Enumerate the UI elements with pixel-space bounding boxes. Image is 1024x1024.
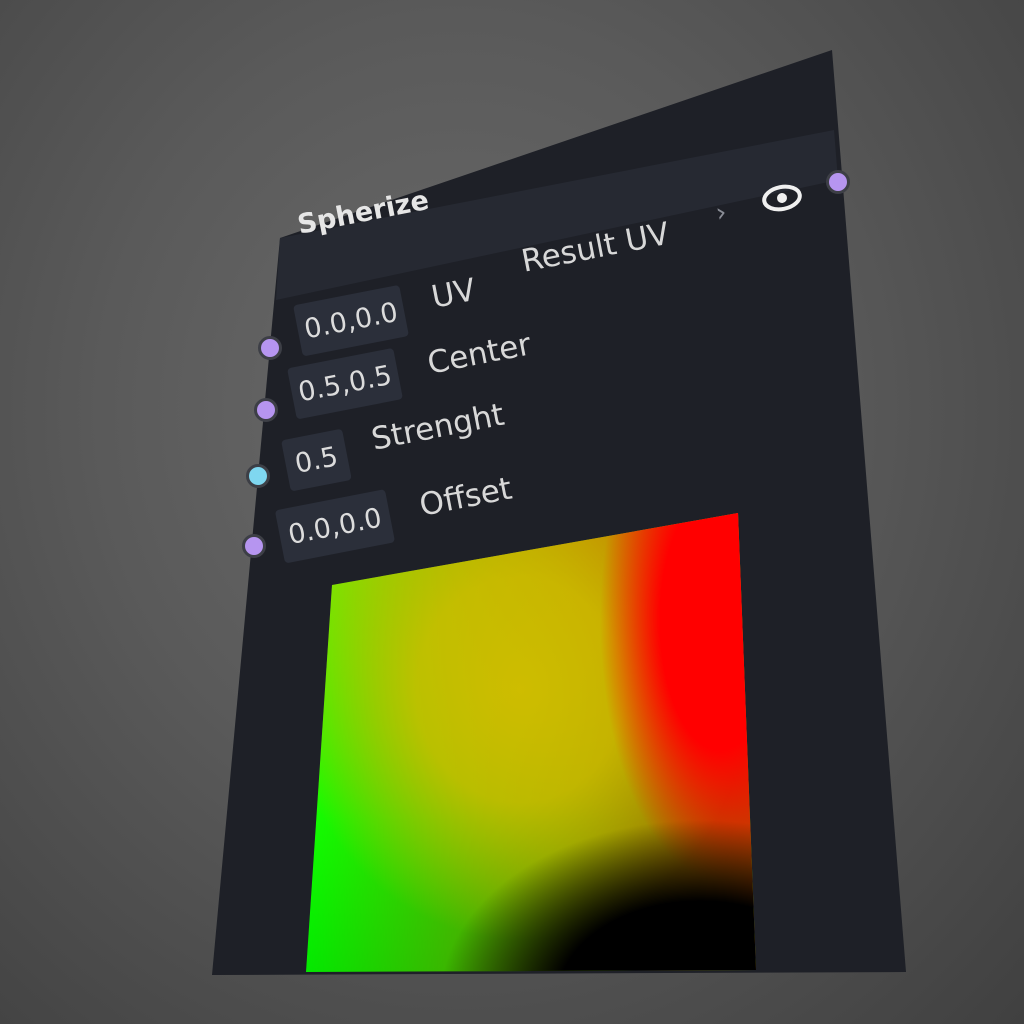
output-port-result-uv[interactable] — [826, 170, 850, 194]
input-port-uv[interactable] — [258, 336, 282, 360]
input-port-offset[interactable] — [242, 534, 266, 558]
input-port-strenght[interactable] — [246, 464, 270, 488]
eye-icon[interactable] — [758, 180, 806, 216]
spherize-node[interactable]: Spherize Result UV › 0.0,0.0 UV 0.5,0.5 … — [0, 0, 1024, 1024]
input-port-center[interactable] — [254, 398, 278, 422]
